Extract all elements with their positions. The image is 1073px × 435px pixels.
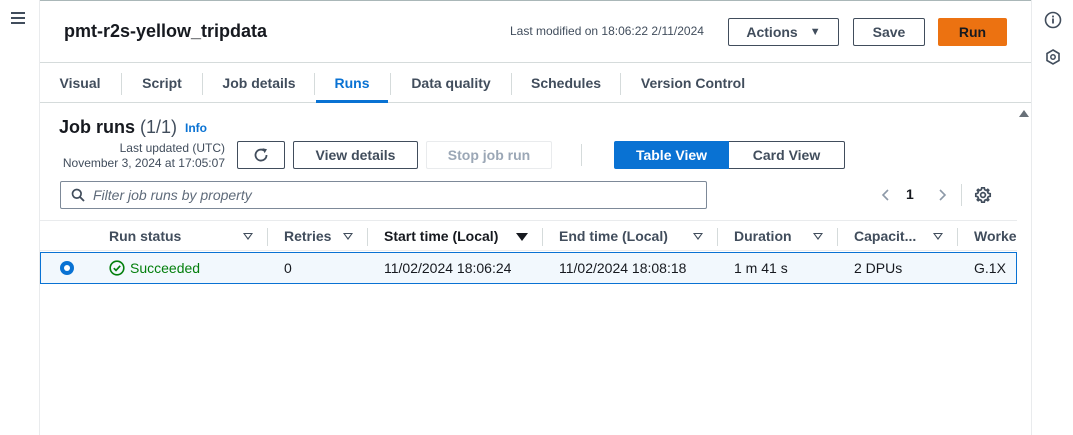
job-runs-count: (1/1) [140, 117, 178, 137]
actions-dropdown-button[interactable]: Actions ▼ [728, 18, 839, 46]
start-time-cell: 11/02/2024 18:06:24 [384, 260, 512, 276]
chevron-left-icon [881, 189, 889, 201]
column-header-start-time[interactable]: Start time (Local) [384, 221, 498, 251]
table-settings-button[interactable] [974, 186, 992, 204]
tab-visual[interactable]: Visual [52, 63, 108, 103]
pager-divider [961, 184, 962, 206]
sort-icon[interactable] [933, 233, 943, 240]
last-updated-label: Last updated (UTC) [119, 141, 225, 155]
info-link[interactable]: Info [185, 121, 207, 135]
stop-job-run-button[interactable]: Stop job run [426, 141, 552, 169]
worker-cell: G.1X [974, 260, 1006, 276]
view-details-button[interactable]: View details [293, 141, 418, 169]
last-updated-value: November 3, 2024 at 17:05:07 [62, 156, 225, 170]
last-modified-text: Last modified on 18:06:22 2/11/2024 [510, 24, 704, 38]
column-header-capacity[interactable]: Capacit... [854, 221, 916, 251]
refresh-icon [254, 148, 268, 162]
actions-button-label: Actions [746, 24, 798, 40]
sort-icon[interactable] [813, 233, 823, 240]
page-title: pmt-r2s-yellow_tripdata [64, 21, 268, 41]
column-divider[interactable] [267, 228, 268, 246]
job-header: pmt-r2s-yellow_tripdata Last modified on… [40, 1, 1031, 62]
column-divider[interactable] [542, 228, 543, 246]
column-divider[interactable] [367, 228, 368, 246]
toolbar-divider [581, 144, 582, 166]
tab-schedules[interactable]: Schedules [526, 63, 606, 103]
column-header-duration[interactable]: Duration [734, 221, 792, 251]
run-button[interactable]: Run [938, 18, 1007, 46]
tab-divider [121, 73, 122, 95]
column-divider[interactable] [717, 228, 718, 246]
refresh-button[interactable] [237, 141, 285, 169]
job-runs-panel: Job runs (1/1) Info Last updated (UTC) N… [40, 104, 1017, 435]
job-runs-title: Job runs [59, 117, 136, 137]
duration-cell: 1 m 41 s [734, 260, 788, 276]
column-header-end-time[interactable]: End time (Local) [559, 221, 668, 251]
job-runs-heading: Job runs (1/1) [59, 117, 177, 138]
card-view-toggle[interactable]: Card View [729, 141, 845, 169]
tab-divider [314, 73, 315, 95]
caret-down-icon: ▼ [809, 26, 821, 38]
tab-job-details[interactable]: Job details [217, 63, 301, 103]
tab-version-control[interactable]: Version Control [636, 63, 750, 103]
capacity-cell: 2 DPUs [854, 260, 903, 276]
left-navigation-rail [0, 0, 40, 435]
run-status-cell: Succeeded [109, 253, 200, 283]
check-circle-icon [109, 260, 125, 276]
chevron-right-icon [939, 189, 947, 201]
table-header: Run status Retries Start time (Local) En… [40, 220, 1017, 251]
column-header-retries[interactable]: Retries [284, 221, 331, 251]
sort-icon[interactable] [243, 233, 253, 240]
tab-divider [390, 73, 391, 95]
row-select-radio[interactable] [60, 261, 74, 275]
tab-script[interactable]: Script [134, 63, 190, 103]
next-page-button[interactable] [936, 185, 948, 205]
sort-icon[interactable] [343, 233, 353, 240]
search-icon [71, 188, 85, 202]
save-button[interactable]: Save [853, 18, 925, 46]
filter-input[interactable] [93, 187, 693, 203]
end-time-cell: 11/02/2024 18:08:18 [559, 260, 687, 276]
column-header-worker[interactable]: Worke [974, 221, 1017, 251]
scroll-up-arrow-icon[interactable] [1019, 110, 1029, 117]
hamburger-menu-icon[interactable] [11, 12, 25, 24]
info-circle-icon[interactable] [1044, 11, 1062, 29]
table-view-toggle[interactable]: Table View [614, 141, 729, 169]
tab-divider [620, 73, 621, 95]
page-number[interactable]: 1 [906, 186, 914, 202]
retries-cell: 0 [284, 260, 292, 276]
tab-divider [202, 73, 203, 95]
table-row[interactable]: Succeeded 0 11/02/2024 18:06:24 11/02/20… [40, 252, 1017, 284]
tab-divider [511, 73, 512, 95]
previous-page-button[interactable] [880, 185, 892, 205]
vertical-scrollbar[interactable] [1017, 104, 1031, 435]
last-updated-block: Last updated (UTC) November 3, 2024 at 1… [59, 141, 225, 171]
filter-box [60, 181, 707, 209]
sort-descending-icon[interactable] [516, 233, 528, 241]
sort-icon[interactable] [693, 233, 703, 240]
column-divider[interactable] [837, 228, 838, 246]
gear-icon [974, 186, 992, 204]
job-tabs: Visual Script Job details Runs Data qual… [40, 62, 1031, 103]
run-status-text: Succeeded [130, 260, 201, 276]
job-runs-table: Run status Retries Start time (Local) En… [40, 220, 1017, 435]
column-divider[interactable] [957, 228, 958, 246]
right-tools-rail [1031, 0, 1073, 435]
column-header-run-status[interactable]: Run status [109, 221, 181, 251]
tab-data-quality[interactable]: Data quality [405, 63, 497, 103]
hexagon-icon[interactable] [1044, 48, 1062, 66]
tab-runs[interactable]: Runs [316, 63, 388, 103]
